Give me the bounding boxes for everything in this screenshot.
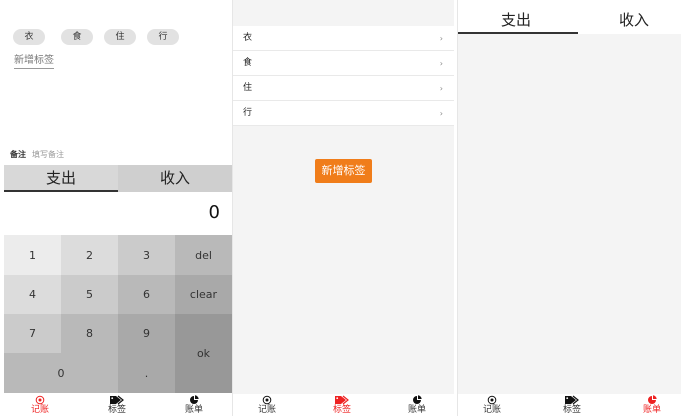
tags-screen: 衣 › 食 › 住 › 行 › 新增标签 记账 标签 账单 bbox=[232, 0, 454, 416]
bottom-nav: 记账 标签 账单 bbox=[233, 394, 454, 416]
nav-item-record[interactable]: 记账 bbox=[247, 395, 287, 416]
tag-list-item-label: 衣 bbox=[243, 33, 253, 43]
bottom-nav: 记账 标签 账单 bbox=[458, 394, 681, 416]
nav-item-tags[interactable]: 标签 bbox=[322, 395, 362, 416]
tag-list-item-transport[interactable]: 行 › bbox=[233, 101, 454, 126]
bottom-nav: 记账 标签 账单 bbox=[0, 394, 232, 416]
pie-chart-icon bbox=[413, 395, 422, 404]
record-icon bbox=[262, 395, 272, 405]
nav-label-record: 记账 bbox=[257, 405, 276, 415]
tag-chip-transport[interactable]: 行 bbox=[147, 29, 179, 45]
tag-row: 衣 食 住 行 bbox=[13, 29, 223, 45]
tag-list-item-label: 行 bbox=[243, 108, 253, 118]
nav-item-bills[interactable]: 账单 bbox=[632, 395, 672, 416]
key-clear[interactable]: clear bbox=[175, 275, 232, 314]
tab-expense[interactable]: 支出 bbox=[460, 10, 572, 30]
add-tag-button[interactable]: 新增标签 bbox=[315, 159, 372, 183]
key-ok[interactable]: ok bbox=[175, 314, 232, 393]
key-dot[interactable]: . bbox=[118, 353, 175, 393]
record-icon bbox=[35, 395, 45, 405]
tag-list-item-clothing[interactable]: 衣 › bbox=[233, 26, 454, 51]
number-keypad: 1 2 3 del 4 5 6 clear 7 8 9 ok 0 . bbox=[4, 235, 232, 393]
tag-list-item-label: 食 bbox=[243, 58, 253, 68]
nav-label-bills: 账单 bbox=[642, 405, 661, 415]
type-tabs: 支出 收入 bbox=[4, 165, 232, 192]
key-3[interactable]: 3 bbox=[118, 235, 175, 275]
tag-list-item-label: 住 bbox=[243, 83, 253, 93]
tags-icon bbox=[110, 395, 124, 405]
key-7[interactable]: 7 bbox=[4, 314, 61, 353]
tag-chip-food[interactable]: 食 bbox=[61, 29, 93, 45]
tag-list-item-housing[interactable]: 住 › bbox=[233, 76, 454, 101]
tag-list: 衣 › 食 › 住 › 行 › bbox=[233, 26, 454, 126]
nav-label-record: 记账 bbox=[30, 405, 49, 415]
note-label: 备注 bbox=[10, 150, 26, 159]
nav-item-bills[interactable]: 账单 bbox=[397, 395, 437, 416]
tags-icon bbox=[565, 395, 579, 405]
pie-chart-icon bbox=[190, 395, 199, 404]
nav-label-bills: 账单 bbox=[184, 405, 203, 415]
key-delete[interactable]: del bbox=[175, 235, 232, 275]
nav-label-record: 记账 bbox=[482, 405, 501, 415]
bills-screen: 支出 收入 记账 标签 账单 bbox=[457, 0, 681, 416]
key-2[interactable]: 2 bbox=[61, 235, 118, 275]
tag-chip-clothing[interactable]: 衣 bbox=[13, 29, 45, 45]
tag-list-item-food[interactable]: 食 › bbox=[233, 51, 454, 76]
note-row: 备注 填写备注 bbox=[10, 148, 225, 162]
nav-item-record[interactable]: 记账 bbox=[472, 395, 512, 416]
record-icon bbox=[487, 395, 497, 405]
tab-income[interactable]: 收入 bbox=[578, 10, 681, 30]
chevron-right-icon: › bbox=[439, 59, 443, 68]
chevron-right-icon: › bbox=[439, 34, 443, 43]
nav-label-tags: 标签 bbox=[332, 405, 351, 415]
key-9[interactable]: 9 bbox=[118, 314, 175, 353]
type-tab-underline bbox=[4, 190, 118, 192]
nav-item-tags[interactable]: 标签 bbox=[552, 395, 592, 416]
chevron-right-icon: › bbox=[439, 84, 443, 93]
tag-chip-housing[interactable]: 住 bbox=[104, 29, 136, 45]
pie-chart-icon bbox=[648, 395, 657, 404]
tab-expense[interactable]: 支出 bbox=[4, 165, 118, 192]
nav-label-tags: 标签 bbox=[562, 405, 581, 415]
nav-item-bills[interactable]: 账单 bbox=[174, 395, 214, 416]
type-tab-underline bbox=[458, 32, 578, 34]
tags-icon bbox=[335, 395, 349, 405]
bills-type-tabs: 支出 收入 bbox=[458, 0, 681, 34]
chevron-right-icon: › bbox=[439, 109, 443, 118]
record-screen: 衣 食 住 行 新增标签 备注 填写备注 支出 收入 0 1 2 3 del 4 … bbox=[0, 0, 232, 416]
key-8[interactable]: 8 bbox=[61, 314, 118, 353]
amount-display: 0 bbox=[208, 202, 220, 223]
nav-label-bills: 账单 bbox=[407, 405, 426, 415]
nav-item-record[interactable]: 记账 bbox=[20, 395, 60, 416]
note-input[interactable]: 填写备注 bbox=[32, 150, 64, 159]
nav-label-tags: 标签 bbox=[107, 405, 126, 415]
key-6[interactable]: 6 bbox=[118, 275, 175, 314]
key-4[interactable]: 4 bbox=[4, 275, 61, 314]
key-0[interactable]: 0 bbox=[4, 353, 118, 393]
tab-income[interactable]: 收入 bbox=[118, 165, 232, 192]
key-1[interactable]: 1 bbox=[4, 235, 61, 275]
nav-item-tags[interactable]: 标签 bbox=[97, 395, 137, 416]
key-5[interactable]: 5 bbox=[61, 275, 118, 314]
add-tag-link[interactable]: 新增标签 bbox=[14, 54, 54, 69]
